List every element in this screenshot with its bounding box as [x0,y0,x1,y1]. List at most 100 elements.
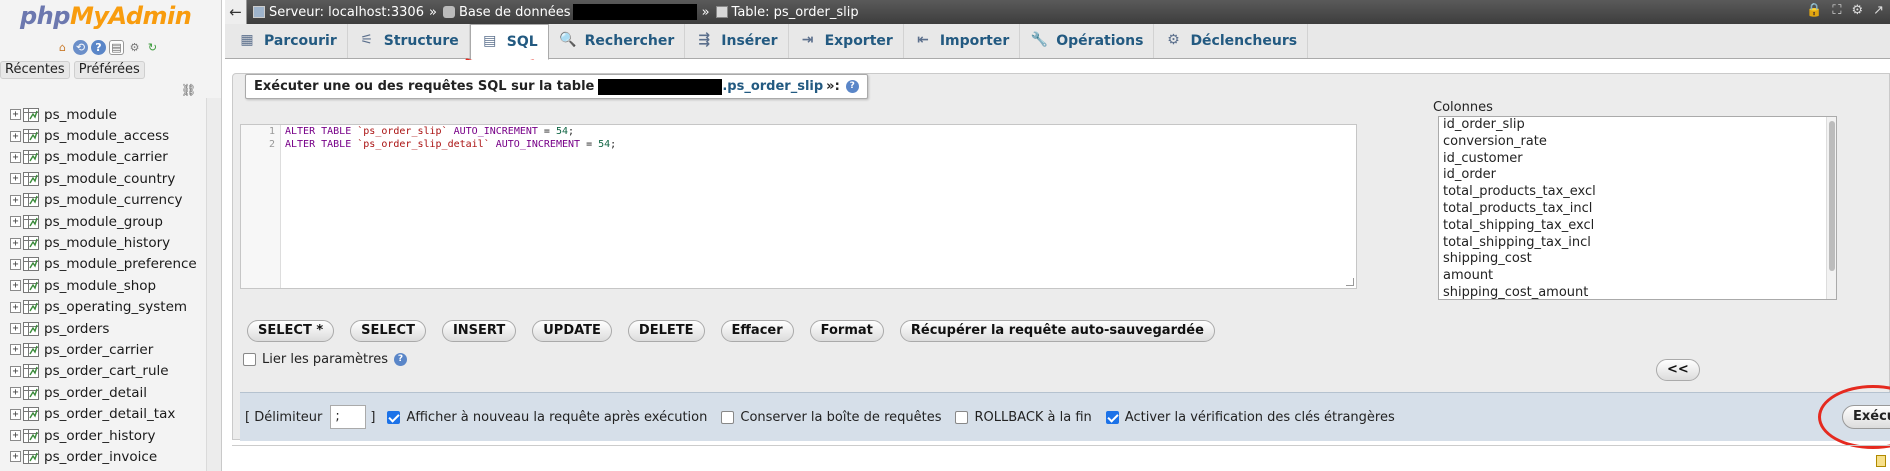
sql-template-button[interactable]: Effacer [720,320,794,342]
option-checkbox[interactable] [721,410,735,424]
sidebar-table-item[interactable]: + ps_order_carrier [10,339,197,360]
table-icon[interactable] [23,171,39,186]
docs-icon[interactable]: ▤ [109,40,124,55]
bind-parameters-option[interactable]: Lier les paramètres ? [243,352,407,367]
column-option[interactable]: total_products_tax_incl [1439,201,1836,218]
sidebar-table-label[interactable]: ps_module [44,107,117,123]
sidebar-table-item[interactable]: + ps_module_preference [10,254,197,275]
settings-icon[interactable]: ⚙ [1851,3,1863,18]
insert-column-button[interactable]: << [1656,359,1700,381]
column-option[interactable]: total_products_tax_excl [1439,184,1836,201]
footer-option[interactable]: Activer la vérification des clés étrangè… [1105,410,1395,425]
recent-tables-button[interactable]: Récentes [0,61,70,79]
tab-operations[interactable]: 🔧 Opérations [1020,24,1155,58]
sql-template-button[interactable]: INSERT [441,320,517,342]
column-option[interactable]: total_shipping_tax_incl [1439,235,1836,252]
help-icon[interactable]: ? [393,353,407,366]
table-icon[interactable] [23,300,39,315]
sql-template-button[interactable]: Format [809,320,884,342]
expand-icon[interactable]: + [10,451,21,463]
sidebar-table-label[interactable]: ps_module_access [44,128,169,144]
sidebar-table-item[interactable]: + ps_module_currency [10,190,197,211]
sidebar-scrollbar[interactable] [206,98,221,471]
table-icon[interactable] [23,129,39,144]
bind-parameters-checkbox[interactable] [243,353,256,366]
sql-template-button[interactable]: Récupérer la requête auto-sauvegardée [899,320,1215,342]
resize-handle[interactable] [1346,278,1354,286]
breadcrumb-server[interactable]: Serveur: localhost:3306 [253,5,424,20]
column-option[interactable]: shipping_cost [1439,251,1836,268]
home-icon[interactable]: ⌂ [55,40,70,55]
sql-template-button[interactable]: UPDATE [532,320,612,342]
sidebar-table-label[interactable]: ps_order_carrier [44,342,153,358]
sql-template-button[interactable]: SELECT [350,320,426,342]
sidebar-table-label[interactable]: ps_order_history [44,428,156,444]
tab-structure[interactable]: ⚟ Structure [348,24,470,58]
expand-icon[interactable]: + [10,280,21,292]
column-option[interactable]: amount [1439,268,1836,285]
columns-scrollbar[interactable] [1826,117,1836,299]
sidebar-table-item[interactable]: + ps_order_cart_rule [10,361,197,382]
column-option[interactable]: id_order_slip [1439,117,1836,134]
code-line[interactable]: ALTER TABLE `ps_order_slip_detail` AUTO_… [285,138,616,151]
table-icon[interactable] [23,150,39,165]
breadcrumb-table[interactable]: Table: ps_order_slip [715,5,859,20]
phpmyadmin-logo[interactable]: phpMyAdmin [20,2,192,30]
sidebar-table-item[interactable]: + ps_module_group [10,211,197,232]
tab-import[interactable]: ⇤ Importer [904,24,1021,58]
expand-icon[interactable]: + [10,216,21,228]
footer-option[interactable]: Conserver la boîte de requêtes [721,410,941,425]
table-icon[interactable] [23,236,39,251]
sidebar-table-item[interactable]: + ps_orders [10,318,197,339]
sidebar-table-item[interactable]: + ps_order_invoice [10,446,197,467]
favorite-tables-button[interactable]: Préférées [73,61,145,79]
table-icon[interactable] [23,407,39,422]
sidebar-table-item[interactable]: + ps_order_detail_tax [10,403,197,424]
expand-icon[interactable]: + [10,151,21,163]
sql-template-button[interactable]: DELETE [627,320,705,342]
sidebar-table-item[interactable]: + ps_module_carrier [10,147,197,168]
sidebar-table-item[interactable]: + ps_order_history [10,425,197,446]
help-icon[interactable]: ? [91,40,106,55]
sidebar-table-item[interactable]: + ps_module_country [10,168,197,189]
sidebar-table-label[interactable]: ps_module_group [44,214,163,230]
table-icon[interactable] [23,385,39,400]
column-option[interactable]: total_shipping_tax_excl [1439,218,1836,235]
editor-code[interactable]: ALTER TABLE `ps_order_slip` AUTO_INCREME… [285,125,616,151]
lock-icon[interactable]: 🔒 [1806,3,1822,18]
expand-icon[interactable]: + [10,130,21,142]
expand-icon[interactable]: + [10,258,21,270]
sidebar-table-label[interactable]: ps_module_currency [44,192,183,208]
sidebar-table-item[interactable]: + ps_module_access [10,125,197,146]
legend-table-name[interactable]: .ps_order_slip [722,79,823,94]
tab-browse[interactable]: ▦ Parcourir [228,24,348,58]
option-checkbox[interactable] [955,410,969,424]
breadcrumb-database[interactable]: Base de données [442,4,697,20]
expand-icon[interactable]: + [10,408,21,420]
sidebar-table-item[interactable]: + ps_operating_system [10,297,197,318]
sidebar-table-label[interactable]: ps_order_detail_tax [44,406,175,422]
column-option[interactable]: id_order [1439,167,1836,184]
sidebar-table-item[interactable]: + ps_order_detail [10,382,197,403]
option-checkbox[interactable] [387,410,401,424]
columns-list[interactable]: id_order_slip conversion_rate id_customer i… [1438,116,1837,300]
help-icon[interactable]: ? [845,80,859,93]
sidebar-table-label[interactable]: ps_order_detail [44,385,147,401]
expand-icon[interactable]: + [10,344,21,356]
column-option[interactable]: conversion_rate [1439,134,1836,151]
sidebar-table-item[interactable]: + ps_module_history [10,232,197,253]
sql-template-button[interactable]: SELECT * [247,320,335,342]
sidebar-table-label[interactable]: ps_order_invoice [44,449,157,465]
sql-editor[interactable]: 12 ALTER TABLE `ps_order_slip` AUTO_INCR… [240,124,1357,289]
table-icon[interactable] [23,342,39,357]
table-icon[interactable] [23,364,39,379]
sidebar-table-label[interactable]: ps_order_cart_rule [44,363,169,379]
sidebar-table-label[interactable]: ps_module_country [44,171,175,187]
sidebar-table-label[interactable]: ps_orders [44,321,109,337]
table-icon[interactable] [23,278,39,293]
sidebar-table-item[interactable]: + ps_module_shop [10,275,197,296]
tab-export[interactable]: ⇥ Exporter [789,24,904,58]
console-icon[interactable] [1876,455,1886,467]
sidebar-table-label[interactable]: ps_module_carrier [44,149,168,165]
scrollbar-thumb[interactable] [1829,121,1835,271]
